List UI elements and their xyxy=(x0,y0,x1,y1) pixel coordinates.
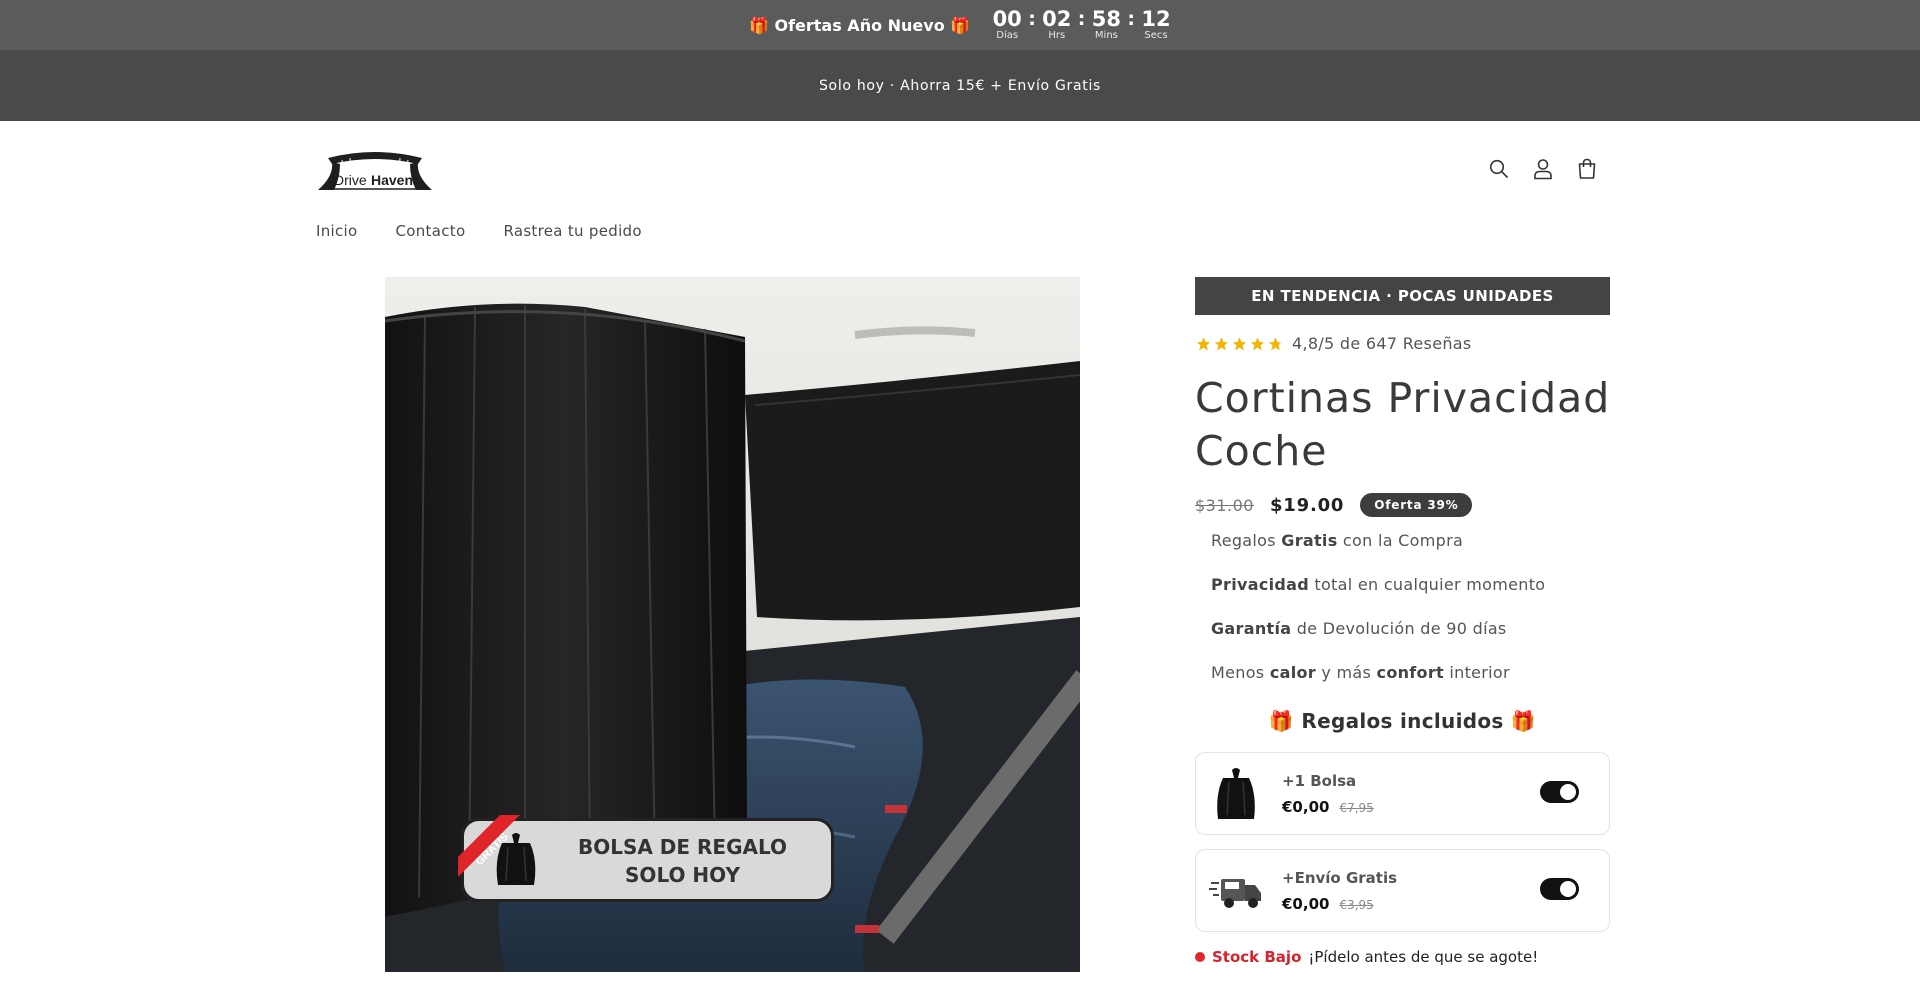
rating[interactable]: 4,8/5 de 647 Reseñas xyxy=(1195,334,1472,353)
timer-hours-label: Hrs xyxy=(1048,30,1066,41)
benefit-item: Privacidad total en cualquier momento xyxy=(1211,575,1546,594)
account-icon[interactable] xyxy=(1532,156,1554,182)
search-icon[interactable] xyxy=(1488,156,1510,182)
timer-separator: : xyxy=(1127,8,1136,30)
stock-dot xyxy=(1195,952,1205,962)
gift-info: +1 Bolsa €0,00 €7,95 xyxy=(1282,772,1374,816)
gift-card-shipping[interactable]: +Envío Gratis €0,00 €3,95 xyxy=(1195,849,1610,932)
bag-thumbnail xyxy=(1208,766,1264,822)
store-logo[interactable]: Drive Haven xyxy=(314,148,436,192)
timer-days-label: Días xyxy=(996,30,1019,41)
countdown-bar: 🎁 Ofertas Año Nuevo 🎁 00 Días : 02 Hrs :… xyxy=(0,0,1920,50)
timer-days: 00 Días xyxy=(992,8,1022,42)
star-icon xyxy=(1232,336,1247,350)
benefit-item: Regalos Gratis con la Compra xyxy=(1211,531,1464,550)
nav-item-rastrea[interactable]: Rastrea tu pedido xyxy=(503,222,641,240)
benefits-list: Regalos Gratis con la Compra Privacidad … xyxy=(1211,531,1545,707)
gift-toggle-shipping[interactable] xyxy=(1540,878,1579,900)
gift-price: €0,00 xyxy=(1282,894,1330,913)
gift-bag-banner-text: BOLSA DE REGALO SOLO HOY xyxy=(577,835,788,887)
rating-text: 4,8/5 de 647 Reseñas xyxy=(1292,334,1472,353)
gift-name: +1 Bolsa xyxy=(1282,771,1357,790)
gift-info: +Envío Gratis €0,00 €3,95 xyxy=(1282,869,1397,913)
star-icon xyxy=(1214,336,1229,350)
timer-mins: 58 Mins xyxy=(1091,8,1121,42)
header-icons xyxy=(1488,156,1598,182)
gift-card-bag[interactable]: +1 Bolsa €0,00 €7,95 xyxy=(1195,752,1610,835)
timer-secs-value: 12 xyxy=(1141,7,1171,31)
gift-price: €0,00 xyxy=(1282,797,1330,816)
timer-secs-label: Secs xyxy=(1144,30,1168,41)
gifts-title: 🎁 Regalos incluidos 🎁 xyxy=(1268,709,1537,733)
cart-icon[interactable] xyxy=(1576,156,1598,182)
stock-text: ¡Pídelo antes de que se agote! xyxy=(1308,948,1539,966)
gift-price-compare: €7,95 xyxy=(1339,800,1374,815)
logo-mark: Drive Haven xyxy=(318,152,432,190)
price-row: $31.00 $19.00 Oferta 39% xyxy=(1195,493,1473,517)
logo-text-haven: Haven xyxy=(371,172,413,188)
logo-text-drive: Drive xyxy=(334,172,367,188)
star-icon xyxy=(1196,336,1211,350)
stock-label: Stock Bajo xyxy=(1212,948,1302,966)
gift-name: +Envío Gratis xyxy=(1282,868,1398,887)
timer-separator: : xyxy=(1077,8,1086,30)
product-title: Cortinas Privacidad Coche xyxy=(1195,374,1611,475)
gift-bag-icon xyxy=(496,833,536,885)
star-half-icon xyxy=(1268,336,1283,350)
price-current: $19.00 xyxy=(1269,494,1345,516)
benefit-item: Menos calor y más confort interior xyxy=(1211,663,1510,682)
timer-days-value: 00 xyxy=(992,7,1022,31)
truck-icon xyxy=(1208,863,1264,919)
sale-badge: Oferta 39% xyxy=(1360,493,1473,517)
gift-price-compare: €3,95 xyxy=(1339,897,1374,912)
benefit-item: Garantía de Devolución de 90 días xyxy=(1211,619,1507,638)
timer-hours: 02 Hrs xyxy=(1042,8,1072,42)
timer-separator: : xyxy=(1028,8,1036,30)
stock-indicator: Stock Bajo ¡Pídelo antes de que se agote… xyxy=(1195,948,1538,966)
main-nav: Inicio Contacto Rastrea tu pedido xyxy=(316,222,642,240)
gift-bag-banner: GRATIS BOLSA DE REGALO SOLO HOY xyxy=(458,815,834,902)
gift-toggle-bag[interactable] xyxy=(1540,781,1579,803)
countdown-timer: 00 Días : 02 Hrs : 58 Mins : 12 Secs xyxy=(992,8,1171,42)
trend-banner: EN TENDENCIA · POCAS UNIDADES xyxy=(1195,277,1610,315)
timer-hours-value: 02 xyxy=(1042,7,1072,31)
price-compare: $31.00 xyxy=(1195,495,1254,515)
timer-mins-value: 58 xyxy=(1091,7,1122,31)
nav-item-inicio[interactable]: Inicio xyxy=(316,222,358,240)
announcement-bar: Solo hoy · Ahorra 15€ + Envío Gratis xyxy=(0,50,1920,121)
product-image[interactable]: GRATIS BOLSA DE REGALO SOLO HOY xyxy=(385,277,1080,972)
rating-stars xyxy=(1195,336,1284,352)
star-icon xyxy=(1250,336,1265,350)
timer-mins-label: Mins xyxy=(1094,30,1118,41)
nav-item-contacto[interactable]: Contacto xyxy=(396,222,466,240)
timer-secs: 12 Secs xyxy=(1141,8,1171,42)
countdown-title: 🎁 Ofertas Año Nuevo 🎁 xyxy=(748,15,971,35)
